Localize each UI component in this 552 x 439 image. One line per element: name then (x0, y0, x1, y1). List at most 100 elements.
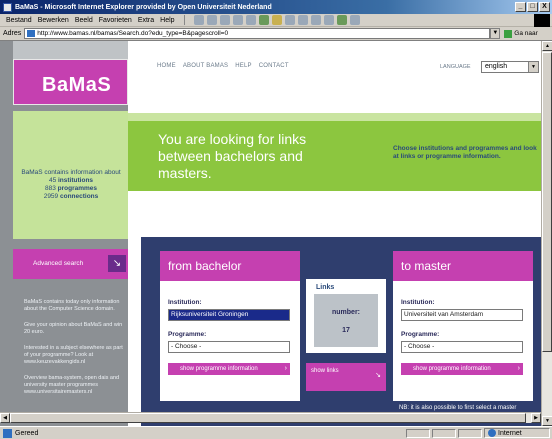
edit-icon[interactable] (323, 15, 334, 25)
links-box: Links number: 17 (306, 279, 386, 353)
print-icon[interactable] (310, 15, 321, 25)
stats-box: BaMaS contains information about 45 inst… (13, 111, 128, 239)
language-label: LANGUAGE (440, 64, 471, 70)
bamas-logo[interactable]: BaMaS (13, 59, 128, 105)
page-icon (27, 30, 36, 37)
institutions-count: 45 (48, 177, 57, 184)
menu-beeld[interactable]: Beeld (75, 17, 93, 24)
hero-heading: You are looking for links between bachel… (158, 131, 307, 181)
address-label: Adres (3, 30, 22, 37)
menu-favorieten[interactable]: Favorieten (99, 17, 132, 24)
programmes-count: 883 (44, 185, 56, 192)
from-programme-select[interactable]: - Choose - (168, 341, 290, 353)
menu-help[interactable]: Help (160, 17, 174, 24)
left-info-overview[interactable]: Overview bama-system, open dais and univ… (24, 375, 124, 396)
status-panel (406, 429, 430, 438)
menu-extra[interactable]: Extra (138, 17, 154, 24)
nav-about[interactable]: ABOUT BAMAS (183, 63, 228, 69)
go-button[interactable]: Ga naar (504, 29, 538, 38)
left-info-domain: BaMaS contains today only information ab… (24, 299, 120, 312)
stats-connections: 2959 connections (21, 193, 121, 201)
stats-programmes: 883 programmes (21, 185, 121, 193)
page-viewport: BaMaS HOME ABOUT BAMAS HELP CONTACT LANG… (0, 41, 541, 426)
mail-icon[interactable] (297, 15, 308, 25)
hero-side-note: Choose institutions and programmes and l… (393, 145, 537, 160)
arrow-down-right-icon: ↘ (375, 372, 381, 379)
menu-bestand[interactable]: Bestand (6, 17, 32, 24)
links-count-panel: number: 17 (314, 294, 378, 347)
links-number-value: 17 (342, 327, 350, 334)
language-select[interactable]: english ▼ (481, 61, 539, 73)
status-panels (406, 429, 482, 438)
to-institution-select[interactable]: Universiteit van Amsterdam (401, 309, 523, 321)
nav-home[interactable]: HOME (157, 63, 176, 69)
to-show-programme-button[interactable]: show programme information › (401, 363, 523, 375)
security-zone: Internet (484, 428, 550, 438)
from-programme-label: Programme: (168, 331, 207, 338)
top-navigation: HOME ABOUT BAMAS HELP CONTACT (157, 63, 289, 69)
search-panel: from bachelor Institution: Rijksuniversi… (141, 237, 541, 426)
green-light-bar (128, 113, 541, 121)
left-info-text: BaMaS contains today only information ab… (24, 299, 124, 405)
scroll-up-icon[interactable]: ▲ (542, 41, 552, 51)
vertical-scroll-thumb[interactable] (542, 52, 552, 352)
links-number-label: number: (332, 309, 360, 316)
menu-bewerken[interactable]: Bewerken (38, 17, 69, 24)
discuss-icon[interactable] (336, 15, 347, 25)
institutions-label: institutions (58, 177, 94, 184)
address-bar: Adres http://www.bamas.nl/bamas/Search.d… (0, 27, 552, 41)
vertical-scrollbar[interactable]: ▲ ▼ (541, 41, 552, 426)
to-programme-select[interactable]: - Choose - (401, 341, 523, 353)
from-institution-select[interactable]: Rijksuniversiteit Groningen (168, 309, 290, 321)
programmes-label: programmes (57, 185, 98, 192)
scroll-down-icon[interactable]: ▼ (542, 416, 552, 426)
left-info-keuzevakken[interactable]: Interested in a subject elsewhere as par… (24, 345, 124, 366)
links-title: Links (316, 284, 335, 291)
scroll-left-icon[interactable]: ◀ (0, 413, 10, 423)
search-icon[interactable] (258, 15, 269, 25)
window-title: BaMaS - Microsoft Internet Explorer prov… (15, 3, 272, 11)
arrow-right-icon: › (517, 365, 520, 372)
from-show-programme-label: show programme information (180, 366, 258, 372)
history-icon[interactable] (284, 15, 295, 25)
from-bachelor-title: from bachelor (160, 251, 300, 281)
back-icon[interactable] (193, 15, 204, 25)
refresh-icon[interactable] (232, 15, 243, 25)
show-links-button[interactable]: show links ↘ (306, 363, 386, 391)
advanced-search-button[interactable]: Advanced search ↘ (13, 249, 128, 279)
globe-icon (488, 429, 496, 437)
scroll-right-icon[interactable]: ▶ (531, 413, 541, 423)
go-arrow-icon (504, 29, 513, 38)
nav-help[interactable]: HELP (235, 63, 251, 69)
from-bachelor-card: from bachelor Institution: Rijksuniversi… (160, 251, 300, 401)
to-show-programme-label: show programme information (413, 366, 491, 372)
minimize-button[interactable]: _ (515, 2, 526, 12)
window-controls: _ □ X (515, 2, 550, 12)
from-institution-label: Institution: (168, 299, 202, 306)
status-bar: Gereed Internet (0, 426, 552, 439)
favorites-icon[interactable] (271, 15, 282, 25)
forward-icon[interactable] (206, 15, 217, 25)
toolbar-separator (183, 15, 185, 25)
maximize-button[interactable]: □ (527, 2, 538, 12)
to-institution-label: Institution: (401, 299, 435, 306)
stop-icon[interactable] (219, 15, 230, 25)
address-input[interactable]: http://www.bamas.nl/bamas/Search.do?edu_… (24, 28, 491, 39)
nav-contact[interactable]: CONTACT (259, 63, 289, 69)
home-icon[interactable] (245, 15, 256, 25)
from-show-programme-button[interactable]: show programme information › (168, 363, 290, 375)
chevron-down-icon: ▼ (528, 62, 538, 72)
horizontal-scroll-thumb[interactable] (10, 413, 526, 423)
connections-label: connections (59, 193, 99, 200)
done-icon (3, 428, 12, 438)
left-info-opinion[interactable]: Give your opinion about BaMaS and win 20… (24, 322, 124, 336)
messenger-icon[interactable] (349, 15, 360, 25)
status-text: Gereed (15, 429, 39, 437)
address-dropdown-button[interactable]: ▼ (490, 28, 501, 39)
zone-label: Internet (498, 429, 522, 437)
menu-bar: Bestand Bewerken Beeld Favorieten Extra … (0, 14, 552, 27)
horizontal-scrollbar[interactable]: ◀ ▶ (0, 412, 541, 423)
address-url: http://www.bamas.nl/bamas/Search.do?edu_… (37, 30, 229, 37)
close-button[interactable]: X (539, 2, 550, 12)
to-master-title: to master (393, 251, 533, 281)
